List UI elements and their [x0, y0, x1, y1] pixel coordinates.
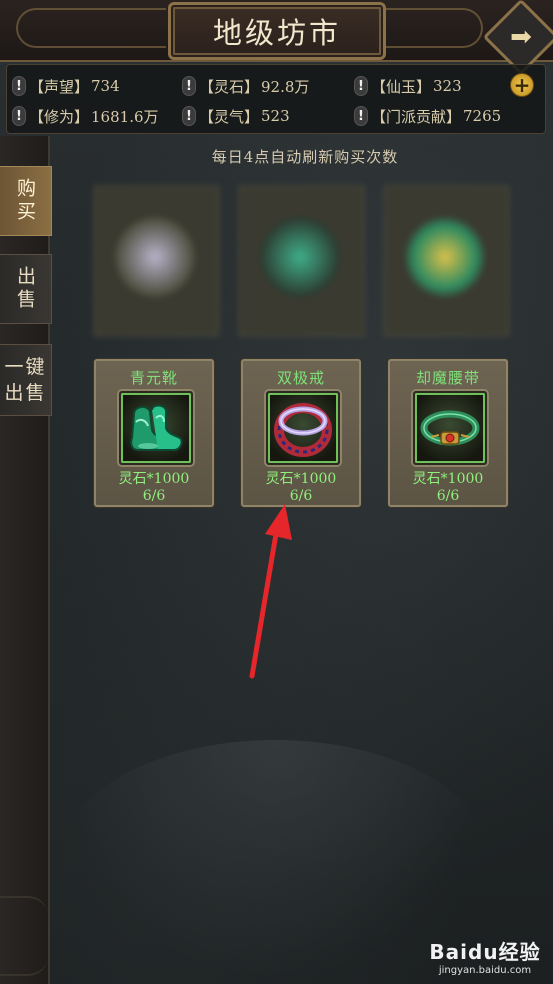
item-name: 却魔腰带 — [415, 369, 480, 387]
item-price: 灵石*1000 — [118, 471, 190, 487]
cloud-ornament-left — [16, 8, 166, 48]
blurred-item-icon — [115, 217, 195, 297]
blurred-item-card — [94, 186, 219, 336]
item-icon-frame — [119, 391, 193, 465]
header-bar: 地级坊市 ➡ — [0, 0, 553, 76]
resource-value: 523 — [261, 107, 290, 125]
tab-one-click-sell[interactable]: 一键 出售 — [0, 344, 52, 416]
watermark-url: jingyan.baidu.com — [438, 965, 532, 976]
item-price-block: 灵石*1000 6/6 — [390, 471, 506, 505]
item-stock: 6/6 — [436, 488, 460, 504]
info-icon: ! — [182, 76, 196, 96]
item-icon-frame — [266, 391, 340, 465]
page-title: 地级坊市 — [212, 16, 341, 50]
boots-icon — [130, 404, 183, 451]
item-price-block: 灵石*1000 6/6 — [96, 471, 212, 505]
resource-label: 【灵气】 — [199, 107, 260, 126]
info-icon: ! — [354, 76, 368, 96]
item-stock: 6/6 — [289, 488, 313, 504]
resource-label: 【仙玉】 — [371, 77, 432, 96]
resource-value: 7265 — [463, 107, 502, 125]
resource-value: 734 — [91, 77, 120, 95]
item-name: 双极戒 — [276, 369, 325, 387]
resource-label: 【灵石】 — [199, 77, 260, 96]
belt-icon — [420, 410, 480, 446]
tab-label-line1: 一键 — [4, 356, 47, 378]
resource-label: 【修为】 — [29, 107, 90, 126]
watermark-brand: Baidu经验 — [429, 940, 541, 964]
shop-item-card[interactable]: 却魔腰带 灵石*1000 6/6 — [388, 359, 508, 507]
resource-value: 323 — [433, 77, 462, 95]
tab-sell[interactable]: 出售 — [0, 254, 52, 324]
item-price-block: 灵石*1000 6/6 — [243, 471, 359, 505]
cloud-ornament-sidebar — [0, 896, 48, 976]
title-plate: 地级坊市 — [168, 2, 386, 60]
resource-sect-contribution[interactable]: ! 【门派贡献】 7265 — [354, 103, 501, 129]
resource-immortal-jade[interactable]: ! 【仙玉】 323 — [354, 73, 462, 99]
shop-item-card[interactable]: 双极戒 灵石*1000 6/6 — [241, 359, 361, 507]
blurred-item-card — [384, 186, 509, 336]
info-icon: ! — [12, 106, 26, 126]
tab-buy[interactable]: 购买 — [0, 166, 52, 236]
tab-label-line2: 出售 — [4, 382, 47, 404]
info-icon: ! — [354, 106, 368, 126]
resource-label: 【门派贡献】 — [371, 107, 462, 126]
info-icon: ! — [182, 106, 196, 126]
resource-reputation[interactable]: ! 【声望】 734 — [12, 73, 120, 99]
info-icon: ! — [12, 76, 26, 96]
sidebar: 购买 出售 一键 出售 — [0, 136, 52, 984]
resource-spirit-stone[interactable]: ! 【灵石】 92.8万 — [182, 73, 309, 99]
item-icon-frame — [413, 391, 487, 465]
item-price: 灵石*1000 — [412, 471, 484, 487]
refresh-notice: 每日4点自动刷新购买次数 — [211, 148, 399, 166]
blurred-item-icon — [260, 217, 340, 297]
arrow-right-icon: ➡ — [510, 22, 532, 52]
shop-items-row: 青元靴 灵石*1000 6/6 双极戒 灵石*1000 6/6 却魔腰带 灵石*… — [94, 359, 509, 507]
shop-item-card[interactable]: 青元靴 灵石*1000 6/6 — [94, 359, 214, 507]
item-name: 青元靴 — [129, 369, 178, 387]
blurred-items-row — [94, 186, 509, 336]
resource-value: 1681.6万 — [91, 107, 159, 126]
item-stock: 6/6 — [142, 488, 166, 504]
blurred-item-icon — [405, 217, 485, 297]
resource-value: 92.8万 — [261, 77, 310, 96]
resource-cultivation[interactable]: ! 【修为】 1681.6万 — [12, 103, 159, 129]
item-price: 灵石*1000 — [265, 471, 337, 487]
resource-label: 【声望】 — [29, 77, 90, 96]
ring-icon — [274, 403, 332, 457]
baidu-jingyan-watermark: Baidu经验 jingyan.baidu.com — [420, 936, 550, 976]
resource-spirit-qi[interactable]: ! 【灵气】 523 — [182, 103, 290, 129]
add-currency-button[interactable]: + — [510, 73, 534, 97]
blurred-item-card — [239, 186, 364, 336]
